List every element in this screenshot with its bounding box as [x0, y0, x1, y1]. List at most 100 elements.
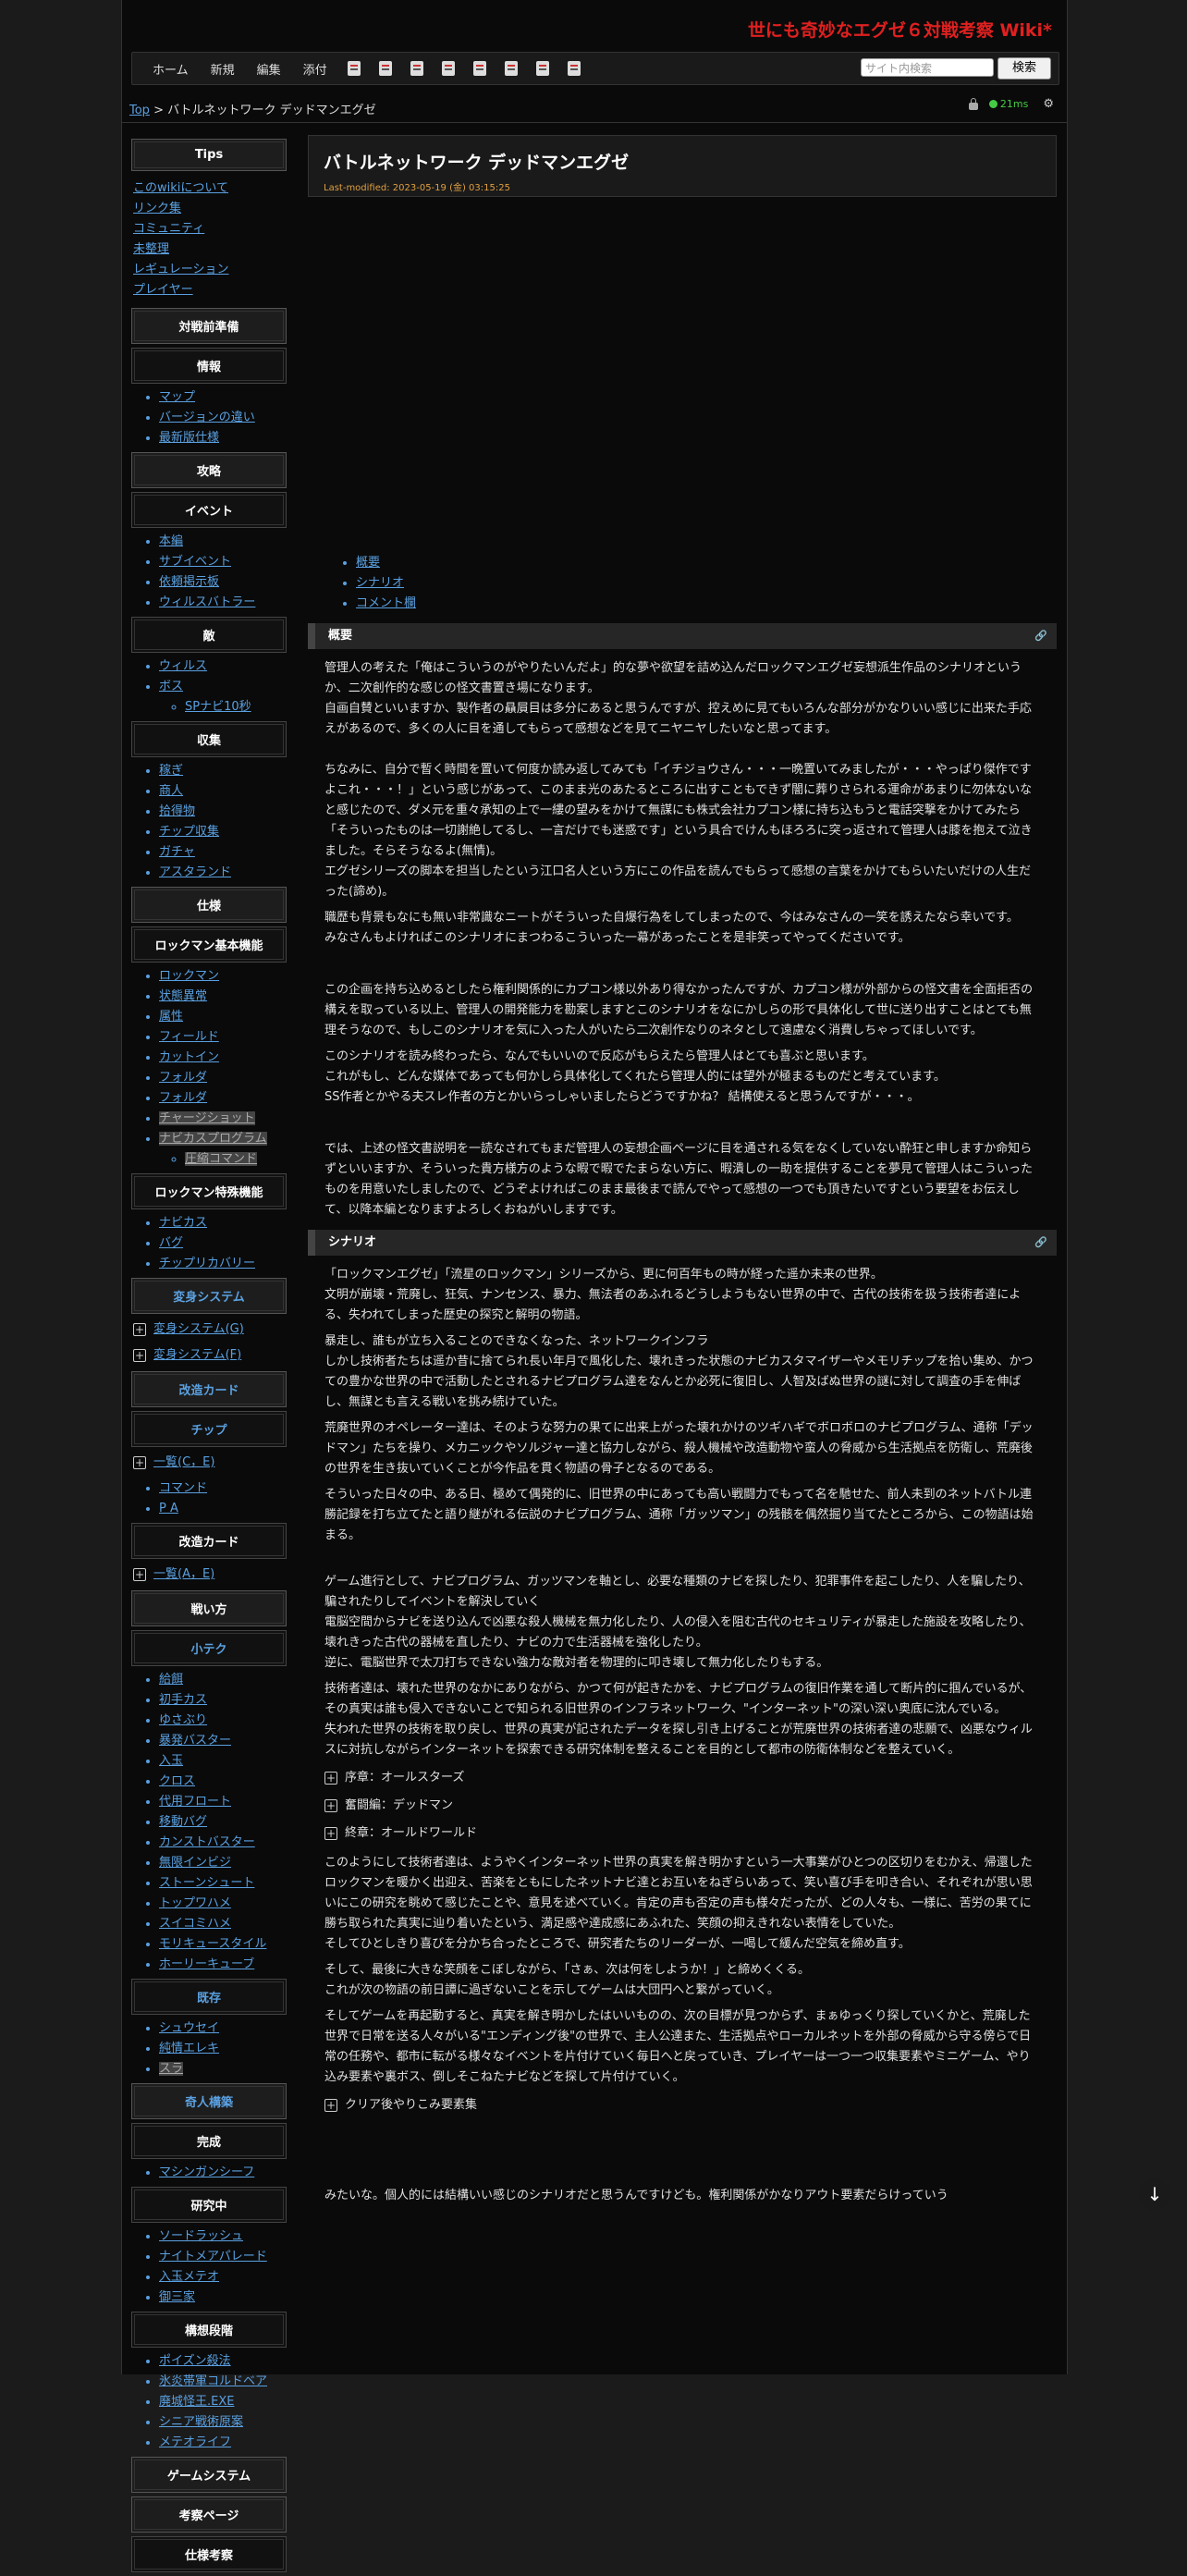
- fold-prologue[interactable]: + 序章：オールスターズ: [308, 1768, 1057, 1788]
- sidebar-heading-chip[interactable]: チップ: [131, 1411, 287, 1447]
- sidebar-link[interactable]: シニア戦術原案: [159, 2415, 243, 2429]
- sidebar-link[interactable]: シュウセイ: [159, 2021, 219, 2035]
- sidebar-link[interactable]: 無限インビジ: [159, 1856, 231, 1870]
- fold-label[interactable]: 序章：オールスターズ: [345, 1768, 464, 1788]
- sidebar-heading-technique[interactable]: 小テク: [131, 1630, 287, 1666]
- pdf-icon[interactable]: [410, 61, 423, 76]
- expand-icon[interactable]: +: [133, 1349, 146, 1362]
- rename-icon[interactable]: [535, 61, 549, 76]
- expand-icon[interactable]: +: [133, 1568, 146, 1581]
- sidebar-link[interactable]: このwikiについて: [133, 181, 228, 195]
- sidebar-link[interactable]: アスタランド: [159, 865, 231, 879]
- sidebar-link[interactable]: ホーリーキューブ: [159, 1957, 254, 1971]
- sidebar-link[interactable]: ナビカス: [159, 1216, 207, 1230]
- backup-icon[interactable]: [441, 61, 455, 76]
- diff-icon[interactable]: [378, 61, 392, 76]
- sidebar-link[interactable]: 御三家: [159, 2290, 195, 2304]
- breadcrumb-top-link[interactable]: Top: [129, 104, 150, 117]
- sidebar-link[interactable]: 初手カス: [159, 1693, 207, 1707]
- expand-icon[interactable]: +: [324, 1772, 337, 1785]
- fold-henshin-g[interactable]: + 変身システム(G): [133, 1319, 287, 1340]
- sidebar-link[interactable]: 入玉メテオ: [159, 2270, 219, 2284]
- sidebar-link[interactable]: チャージショット: [159, 1111, 255, 1125]
- folder-icon[interactable]: [472, 61, 486, 76]
- site-title[interactable]: 世にも奇妙なエグゼ６対戦考察 Wiki*: [748, 17, 1052, 42]
- sidebar-link[interactable]: ガチャ: [159, 845, 195, 859]
- sidebar-link[interactable]: 属性: [159, 1010, 183, 1024]
- scroll-down-button[interactable]: ↓: [1139, 2178, 1170, 2210]
- sidebar-link[interactable]: 変身システム(F): [153, 1345, 241, 1366]
- sidebar-link[interactable]: サブイベント: [159, 555, 231, 569]
- toc-link[interactable]: コメント欄: [356, 596, 416, 610]
- edit-icon[interactable]: [347, 61, 361, 76]
- fold-kaizou-list[interactable]: + 一覧(A，E): [133, 1564, 287, 1585]
- fold-chip-list[interactable]: + 一覧(C，E): [133, 1453, 287, 1473]
- sidebar-link[interactable]: チップ収集: [159, 825, 219, 839]
- sidebar-link[interactable]: 廃城怪王.EXE: [159, 2395, 234, 2409]
- sidebar-link[interactable]: コマンド: [159, 1481, 207, 1495]
- nav-attach[interactable]: 添付: [303, 60, 327, 78]
- nav-home[interactable]: ホーム: [153, 60, 189, 78]
- search-input[interactable]: サイト内検索: [861, 58, 994, 77]
- sidebar-link[interactable]: ソードラッシュ: [159, 2229, 243, 2243]
- anchor-icon[interactable]: 🔗: [1034, 623, 1047, 649]
- sidebar-link[interactable]: 氷炎帯軍コルドベア: [159, 2374, 267, 2388]
- sidebar-link[interactable]: 本編: [159, 534, 183, 548]
- copy-icon[interactable]: [504, 61, 518, 76]
- sidebar-link[interactable]: バグ: [159, 1236, 183, 1250]
- sidebar-link[interactable]: ボス: [159, 680, 183, 693]
- sidebar-link[interactable]: SPナビ10秒: [185, 700, 251, 714]
- sidebar-link[interactable]: バージョンの違い: [159, 411, 255, 424]
- sidebar-link[interactable]: カンストバスター: [159, 1835, 255, 1849]
- sidebar-link[interactable]: 変身システム(G): [153, 1319, 244, 1340]
- sidebar-link[interactable]: プレイヤー: [133, 283, 193, 297]
- sidebar-link[interactable]: 最新版仕様: [159, 431, 219, 445]
- sidebar-link[interactable]: 圧縮コマンド: [185, 1152, 258, 1166]
- sidebar-link[interactable]: 拾得物: [159, 804, 195, 818]
- sidebar-link[interactable]: 状態異常: [159, 989, 207, 1003]
- sidebar-link[interactable]: ゆさぶり: [159, 1713, 207, 1727]
- sidebar-link[interactable]: リンク集: [133, 202, 181, 215]
- sidebar-link[interactable]: 移動バグ: [159, 1815, 207, 1829]
- fold-henshin-f[interactable]: + 変身システム(F): [133, 1345, 287, 1366]
- sidebar-link[interactable]: フォルダ: [159, 1071, 207, 1085]
- sidebar-link[interactable]: 依頼掲示板: [159, 575, 219, 589]
- sidebar-link[interactable]: モリキュースタイル: [159, 1937, 266, 1951]
- sidebar-link[interactable]: メテオライフ: [159, 2435, 231, 2449]
- sidebar-link[interactable]: 入玉: [159, 1754, 183, 1768]
- sidebar-link[interactable]: P A: [159, 1502, 178, 1515]
- fold-final[interactable]: + 終章：オールドワールド: [308, 1823, 1057, 1844]
- fold-label[interactable]: 終章：オールドワールド: [345, 1823, 477, 1844]
- sidebar-link[interactable]: 純情エレキ: [159, 2042, 219, 2055]
- expand-icon[interactable]: +: [324, 1799, 337, 1812]
- sidebar-link[interactable]: コミュニティ: [133, 222, 204, 236]
- sidebar-link[interactable]: 未整理: [133, 242, 169, 256]
- fold-struggle[interactable]: + 奮闘編：デッドマン: [308, 1796, 1057, 1816]
- search-button[interactable]: 検索: [997, 57, 1051, 80]
- sidebar-heading-kaizou[interactable]: 改造カード: [131, 1371, 287, 1407]
- sidebar-link[interactable]: ウィルス: [159, 659, 207, 673]
- sidebar-link[interactable]: レギュレーション: [133, 263, 228, 276]
- anchor-icon[interactable]: 🔗: [1034, 1230, 1047, 1256]
- sidebar-link[interactable]: 給餌: [159, 1673, 183, 1687]
- expand-icon[interactable]: +: [324, 2099, 337, 2112]
- sidebar-link[interactable]: クロス: [159, 1774, 195, 1788]
- sidebar-link[interactable]: 商人: [159, 784, 183, 798]
- expand-icon[interactable]: +: [324, 1827, 337, 1840]
- sidebar-heading-henshin[interactable]: 変身システム: [131, 1278, 287, 1314]
- sidebar-link[interactable]: ポイズン殺法: [159, 2354, 231, 2368]
- sidebar-link[interactable]: カットイン: [159, 1050, 219, 1064]
- sidebar-link[interactable]: トップワハメ: [159, 1896, 231, 1910]
- sidebar-link[interactable]: 暴発バスター: [159, 1734, 231, 1748]
- sidebar-link[interactable]: ロックマン: [159, 969, 219, 983]
- toc-link[interactable]: シナリオ: [356, 576, 404, 590]
- sidebar-heading-odd[interactable]: 奇人構築: [131, 2083, 287, 2119]
- lock-icon[interactable]: [968, 97, 978, 110]
- sidebar-link[interactable]: ウィルスバトラー: [159, 595, 255, 609]
- sidebar-heading-existing[interactable]: 既存: [131, 1979, 287, 2015]
- toc-link[interactable]: 概要: [356, 556, 380, 570]
- fold-label[interactable]: 奮闘編：デッドマン: [345, 1796, 453, 1816]
- list-icon[interactable]: [567, 61, 581, 76]
- sidebar-link[interactable]: チップリカバリー: [159, 1257, 255, 1270]
- nav-edit[interactable]: 編集: [257, 60, 281, 78]
